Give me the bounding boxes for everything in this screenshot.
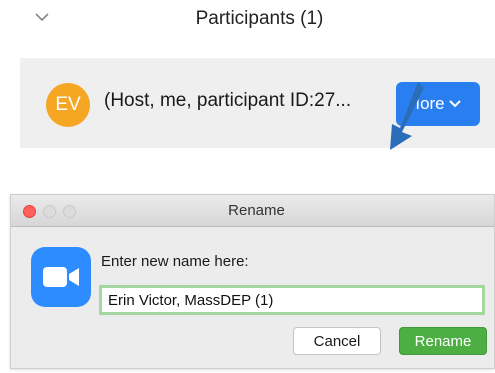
participants-title: Participants (1) [0,8,495,30]
zoom-camera-icon [31,247,91,307]
dialog-title-text: Rename [228,202,285,219]
caret-down-icon [448,100,461,108]
dialog-titlebar: Rename [11,195,494,227]
rename-prompt: Enter new name here: [101,253,249,270]
participant-label: (Host, me, participant ID:27... [104,90,352,111]
new-name-input[interactable] [99,285,485,315]
screenshot: Participants (1) EV (Host, me, participa… [0,0,495,373]
annotation-arrow-icon [390,82,424,150]
rename-dialog: Rename Enter new name here: Cancel Renam… [10,194,495,369]
dialog-title: Rename [11,202,494,219]
rename-button[interactable]: Rename [399,327,487,355]
participants-title-text: Participants (1) [195,8,324,29]
cancel-button[interactable]: Cancel [293,327,381,355]
avatar: EV [46,83,90,127]
